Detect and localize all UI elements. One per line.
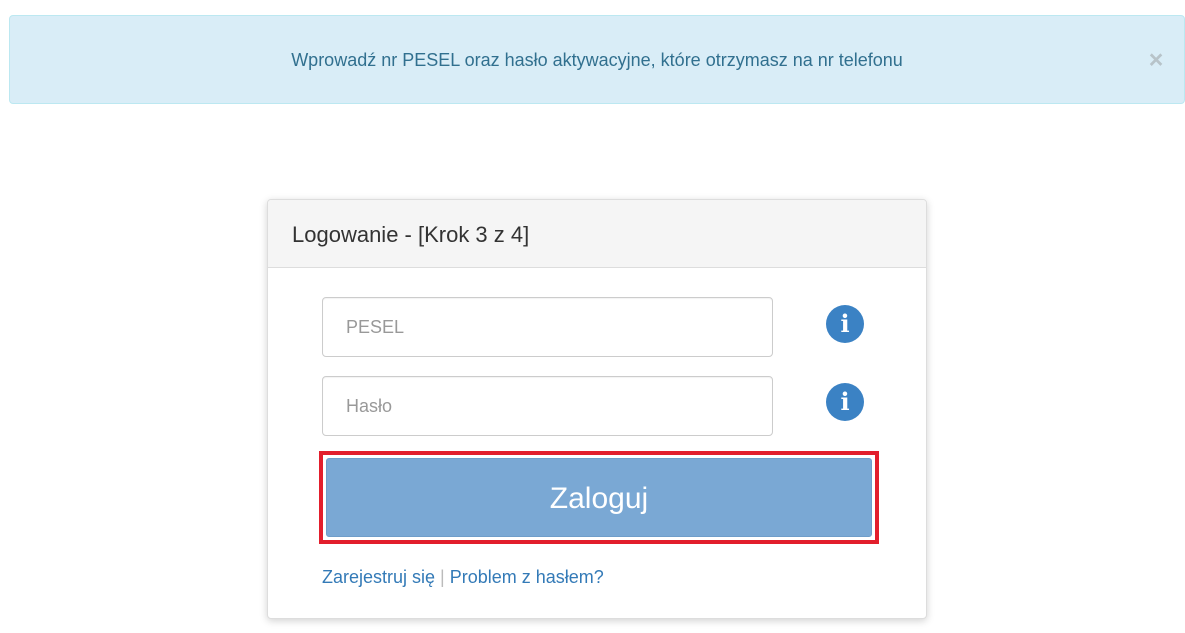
alert-message: Wprowadź nr PESEL oraz hasło aktywacyjne…: [291, 50, 903, 70]
login-button[interactable]: Zaloguj: [326, 458, 872, 537]
password-info-icon[interactable]: i: [826, 383, 864, 421]
password-problem-link[interactable]: Problem z hasłem?: [450, 567, 604, 587]
password-input[interactable]: [322, 376, 773, 436]
close-icon[interactable]: ×: [1146, 46, 1166, 74]
info-alert: Wprowadź nr PESEL oraz hasło aktywacyjne…: [9, 15, 1185, 104]
register-link[interactable]: Zarejestruj się: [322, 567, 435, 587]
login-panel-title: Logowanie - [Krok 3 z 4]: [268, 200, 926, 268]
login-page: Wprowadź nr PESEL oraz hasło aktywacyjne…: [0, 0, 1185, 633]
login-links: Zarejestruj się | Problem z hasłem?: [322, 566, 604, 588]
link-separator: |: [440, 567, 445, 587]
login-button-highlight: Zaloguj: [319, 451, 879, 544]
pesel-info-icon[interactable]: i: [826, 305, 864, 343]
login-panel: Logowanie - [Krok 3 z 4] i i Zaloguj Zar…: [267, 199, 927, 619]
pesel-input[interactable]: [322, 297, 773, 357]
